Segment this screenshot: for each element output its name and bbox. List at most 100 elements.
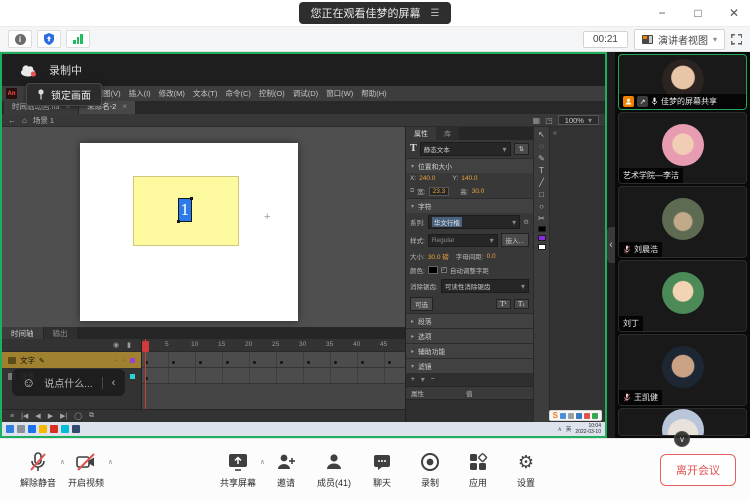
remove-filter-icon[interactable] <box>431 376 435 383</box>
font-style-select[interactable]: Regular <box>428 234 498 247</box>
oval-tool-icon[interactable]: ○ <box>539 202 544 211</box>
participant-tile-sharer[interactable]: ↗ 佳梦的屏幕共享 <box>618 54 747 110</box>
first-frame-icon[interactable]: |◀ <box>21 412 28 420</box>
menu-help[interactable]: 帮助(H) <box>357 88 390 99</box>
chat-button[interactable]: 聊天 <box>358 451 406 489</box>
tab-timeline[interactable]: 时间轴 <box>2 327 43 339</box>
line-tool-icon[interactable]: ╱ <box>539 178 544 187</box>
stage-canvas[interactable]: 1 + <box>80 143 298 321</box>
section-accessibility[interactable]: 辅助功能 <box>406 343 533 358</box>
layer-row-text[interactable]: 文字 ·· <box>2 352 141 368</box>
frames-row-text[interactable] <box>142 352 405 368</box>
lasso-tool-icon[interactable]: ◌ <box>539 142 544 151</box>
tab-library[interactable]: 库 <box>436 127 459 140</box>
animate-app-icon[interactable] <box>50 425 58 433</box>
next-frame-icon[interactable]: ▶| <box>60 412 67 420</box>
lock-screen-button[interactable]: 锁定画面 <box>26 83 102 106</box>
unmute-button[interactable]: 解除静音 <box>14 451 62 489</box>
participant-tile[interactable]: 刘丁 <box>618 260 747 332</box>
menu-control[interactable]: 控制(O) <box>255 88 289 99</box>
selection-tool-icon[interactable]: ↖ <box>538 130 545 139</box>
security-button[interactable] <box>37 30 61 48</box>
meeting-info-button[interactable]: i <box>8 30 32 48</box>
zoom-select[interactable]: 100% <box>558 115 599 125</box>
record-button[interactable]: 录制 <box>406 451 454 489</box>
share-screen-button[interactable]: 共享屏幕 <box>214 451 262 489</box>
minimize-button[interactable] <box>656 6 668 20</box>
settings-button[interactable]: 设置 <box>502 451 550 489</box>
leave-meeting-button[interactable]: 离开会议 <box>660 454 736 486</box>
frames-area[interactable]: 5 10 15 20 25 30 35 40 45 <box>142 339 405 409</box>
text-tool-icon[interactable]: T <box>539 166 544 175</box>
text-type-select[interactable]: 静态文本 <box>420 142 511 156</box>
fullscreen-icon[interactable] <box>731 34 742 45</box>
text-color-swatch[interactable] <box>428 266 438 274</box>
orientation-button[interactable]: ⇅ <box>514 143 529 155</box>
swap-color-chip[interactable] <box>538 244 546 250</box>
explorer-icon[interactable] <box>39 425 47 433</box>
height-value[interactable]: 30.0 <box>472 188 485 195</box>
emoji-icon[interactable] <box>22 375 35 390</box>
frames-row-background[interactable] <box>142 368 405 384</box>
rect-tool-icon[interactable]: □ <box>539 190 544 199</box>
visibility-column-icon[interactable] <box>113 341 119 349</box>
selectable-button[interactable]: 可选 <box>410 297 433 311</box>
close-button[interactable] <box>728 6 740 20</box>
tab-properties[interactable]: 属性 <box>406 127 436 140</box>
section-paragraph[interactable]: 段落 <box>406 313 533 328</box>
invite-button[interactable]: 邀请 <box>262 451 310 489</box>
maximize-button[interactable] <box>692 6 704 20</box>
edge-icon[interactable] <box>28 425 36 433</box>
section-options[interactable]: 选项 <box>406 328 533 343</box>
embed-button[interactable]: 嵌入... <box>501 233 529 247</box>
menu-text[interactable]: 文本(T) <box>189 88 222 99</box>
participant-tile[interactable]: 刘晨浩 <box>618 186 747 258</box>
stroke-color-chip[interactable] <box>538 226 546 232</box>
video-options-chevron[interactable] <box>108 458 113 466</box>
switch-screen-icon[interactable] <box>431 7 440 19</box>
play-icon[interactable]: ▶ <box>48 412 53 420</box>
add-filter-icon[interactable] <box>411 376 415 383</box>
text-edit-cursor[interactable]: 1 <box>178 198 192 222</box>
sogou-input-bar[interactable]: S <box>549 410 602 421</box>
onion-skin-icon[interactable]: ≡ <box>10 413 14 420</box>
antialias-select[interactable]: 可读性消除锯齿 <box>441 279 529 293</box>
members-button[interactable]: 成员(41) <box>310 451 358 489</box>
menu-debug[interactable]: 调试(D) <box>289 88 322 99</box>
tray-expand-icon[interactable] <box>558 426 562 433</box>
layer-color-chip[interactable] <box>130 374 135 379</box>
pen-tool-icon[interactable]: ✎ <box>538 154 545 163</box>
edit-symbols-icon[interactable] <box>533 116 541 125</box>
section-character[interactable]: 字符 <box>406 198 533 213</box>
watching-title-pill[interactable]: 您正在观看佳梦的屏幕 <box>299 2 452 24</box>
fill-color-chip[interactable] <box>538 235 546 241</box>
participant-tile[interactable]: 艺术学院—李洁 <box>618 112 747 184</box>
search-icon[interactable] <box>17 425 25 433</box>
participant-tile[interactable]: 王凯健 <box>618 334 747 406</box>
ime-indicator[interactable]: 英 <box>566 425 572 433</box>
menu-modify[interactable]: 修改(M) <box>155 88 189 99</box>
prev-frame-icon[interactable]: ◀ <box>35 412 40 420</box>
font-family-select[interactable]: 华文行楷 <box>428 215 520 229</box>
loop-icon[interactable]: ◯ <box>74 412 82 420</box>
scissors-tool-icon[interactable]: ✂ <box>538 214 545 223</box>
stage-pasteboard[interactable]: 1 + <box>2 127 405 327</box>
app-icon[interactable] <box>72 425 80 433</box>
section-position-size[interactable]: 位置和大小 <box>406 158 533 173</box>
scene-label[interactable]: 场景 1 <box>33 115 54 126</box>
width-value[interactable]: 23.3 <box>429 187 450 196</box>
close-tab-icon[interactable] <box>122 102 127 111</box>
chat-input-placeholder[interactable]: 说点什么... <box>44 375 92 390</box>
y-value[interactable]: 140.0 <box>461 175 477 182</box>
layer-color-chip[interactable] <box>130 358 135 363</box>
apps-button[interactable]: 应用 <box>454 451 502 489</box>
collapse-left-icon[interactable] <box>112 377 116 389</box>
link-dimensions-icon[interactable] <box>410 187 414 195</box>
letter-spacing-value[interactable]: 0.0 <box>487 253 496 260</box>
app-icon[interactable] <box>61 425 69 433</box>
tab-output[interactable]: 输出 <box>44 327 77 339</box>
superscript-button[interactable]: T¹ <box>496 299 511 309</box>
windows-start-icon[interactable] <box>6 425 14 433</box>
start-video-button[interactable]: 开启视频 <box>62 451 110 489</box>
network-button[interactable] <box>66 30 90 48</box>
